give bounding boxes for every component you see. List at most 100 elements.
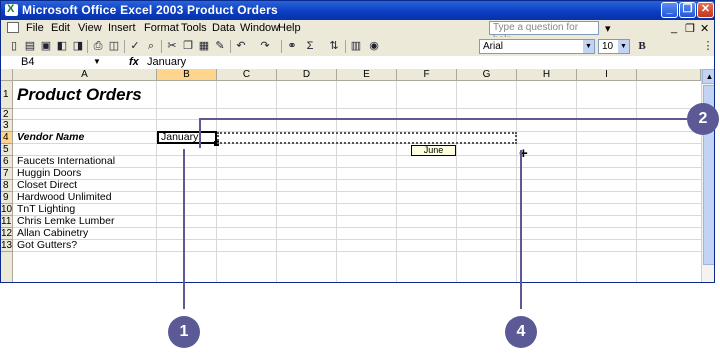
row-header-9[interactable]: 9 — [1, 192, 13, 204]
row-header-11[interactable]: 11 — [1, 216, 13, 228]
print-preview-icon[interactable]: ◫ — [107, 39, 121, 53]
print-icon[interactable]: ⎙ — [91, 39, 105, 53]
excel-app-icon[interactable] — [5, 3, 18, 16]
menu-file[interactable]: File — [26, 22, 44, 34]
formula-input[interactable]: January — [147, 56, 186, 68]
gridline — [636, 81, 637, 282]
column-header-g[interactable]: G — [457, 69, 517, 81]
menu-window[interactable]: Window — [240, 22, 279, 34]
help-dropdown-icon[interactable]: ▾ — [605, 22, 611, 35]
redo-icon[interactable]: ↷ — [258, 39, 272, 53]
column-header-a[interactable]: A — [13, 69, 157, 81]
undo-icon[interactable]: ↶ — [234, 39, 248, 53]
minimize-button[interactable]: _ — [661, 2, 678, 18]
worksheet-grid[interactable]: A B C D E F G H I 1 2 3 4 5 6 7 8 9 10 1… — [1, 69, 714, 282]
doc-restore-button[interactable]: ❐ — [685, 22, 695, 35]
toolbar-separator — [87, 40, 88, 53]
permission-icon[interactable]: ◧ — [55, 39, 69, 53]
formula-bar: B4 ▼ fx January — [1, 56, 714, 70]
gridline — [156, 81, 157, 282]
gridline — [576, 81, 577, 282]
workbook-icon[interactable] — [7, 22, 19, 33]
autosum-icon[interactable]: Σ — [303, 39, 317, 53]
paste-icon[interactable]: ▦ — [197, 39, 211, 53]
row-header-6[interactable]: 6 — [1, 156, 13, 168]
format-painter-icon[interactable]: ✎ — [213, 39, 227, 53]
save-icon[interactable]: ▣ — [39, 39, 53, 53]
vendor-cell[interactable]: Hardwood Unlimited — [15, 192, 112, 203]
vendor-cell[interactable]: Closet Direct — [15, 180, 77, 191]
open-icon[interactable]: ▤ — [23, 39, 37, 53]
vendor-cell[interactable]: Got Gutters? — [15, 240, 77, 251]
font-size-box[interactable]: 10 ▼ — [598, 39, 630, 54]
autofill-tooltip: June — [411, 145, 456, 156]
name-box[interactable]: B4 ▼ — [21, 56, 117, 69]
vendor-cell[interactable]: Huggin Doors — [15, 168, 81, 179]
menu-data[interactable]: Data — [212, 22, 235, 34]
menu-edit[interactable]: Edit — [51, 22, 70, 34]
menu-format[interactable]: Format — [144, 22, 179, 34]
copy-icon[interactable]: ❐ — [181, 39, 195, 53]
row-header-5[interactable]: 5 — [1, 144, 13, 156]
active-cell-b4[interactable]: January — [157, 131, 217, 144]
row-header-1[interactable]: 1 — [1, 81, 13, 109]
column-header-d[interactable]: D — [277, 69, 337, 81]
sort-ascending-icon[interactable]: ⇅ — [327, 39, 341, 53]
research-icon[interactable]: ⌕ — [144, 39, 158, 53]
vertical-scrollbar[interactable]: ▲ — [701, 69, 714, 282]
help-icon[interactable]: ◉ — [367, 39, 381, 53]
select-all-corner[interactable] — [1, 69, 13, 81]
menu-tools[interactable]: Tools — [181, 22, 207, 34]
bold-button[interactable]: B — [635, 39, 649, 53]
vendor-header-cell[interactable]: Vendor Name — [15, 132, 84, 143]
callout-leader — [199, 118, 687, 120]
row-header-2[interactable]: 2 — [1, 109, 13, 120]
column-header-e[interactable]: E — [337, 69, 397, 81]
row-header-10[interactable]: 10 — [1, 204, 13, 216]
vendor-cell[interactable]: TnT Lighting — [15, 204, 75, 215]
spelling-icon[interactable]: ✓ — [128, 39, 142, 53]
close-button[interactable]: ✕ — [697, 2, 714, 18]
gridline — [216, 81, 217, 282]
font-name-box[interactable]: Arial ▼ — [479, 39, 595, 54]
column-header-h[interactable]: H — [517, 69, 577, 81]
menu-view[interactable]: View — [78, 22, 102, 34]
sheet-title-cell[interactable]: Product Orders — [15, 85, 142, 105]
name-box-dropdown-icon[interactable]: ▼ — [93, 56, 101, 68]
column-header-i[interactable]: I — [577, 69, 637, 81]
cut-icon[interactable]: ✂ — [165, 39, 179, 53]
gridline — [516, 81, 517, 282]
vendor-cell[interactable]: Faucets International — [15, 156, 115, 167]
row-header-13[interactable]: 13 — [1, 240, 13, 252]
font-dropdown-icon[interactable]: ▼ — [583, 40, 594, 53]
row-header-12[interactable]: 12 — [1, 228, 13, 240]
chart-wizard-icon[interactable]: ▥ — [349, 39, 363, 53]
doc-minimize-button[interactable]: _ — [671, 22, 677, 34]
column-header-j[interactable] — [637, 69, 701, 81]
column-header-f[interactable]: F — [397, 69, 457, 81]
menu-insert[interactable]: Insert — [108, 22, 136, 34]
row-header-4[interactable]: 4 — [1, 132, 13, 144]
hyperlink-icon[interactable]: ⚭ — [285, 39, 299, 53]
menu-help[interactable]: Help — [278, 22, 301, 34]
insert-function-icon[interactable]: fx — [129, 56, 139, 68]
autofill-tooltip-text: June — [423, 145, 444, 155]
row-header-8[interactable]: 8 — [1, 180, 13, 192]
gridline — [336, 81, 337, 282]
toolbar-options-icon[interactable]: ⋮ — [701, 39, 714, 53]
new-icon[interactable]: ▯ — [7, 39, 21, 53]
gridline — [13, 167, 701, 168]
vendor-cell[interactable]: Chris Lemke Lumber — [15, 216, 114, 227]
ask-question-box[interactable]: Type a question for help — [489, 21, 599, 45]
column-header-c[interactable]: C — [217, 69, 277, 81]
scroll-up-icon[interactable]: ▲ — [702, 69, 714, 84]
name-box-value: B4 — [21, 56, 35, 68]
row-header-7[interactable]: 7 — [1, 168, 13, 180]
vendor-cell[interactable]: Allan Cabinetry — [15, 228, 88, 239]
doc-close-button[interactable]: ✕ — [700, 22, 709, 35]
email-icon[interactable]: ◨ — [71, 39, 85, 53]
font-size-dropdown-icon[interactable]: ▼ — [618, 40, 629, 53]
restore-button[interactable]: ❐ — [679, 2, 696, 18]
column-header-b[interactable]: B — [157, 69, 217, 81]
row-header-3[interactable]: 3 — [1, 120, 13, 132]
